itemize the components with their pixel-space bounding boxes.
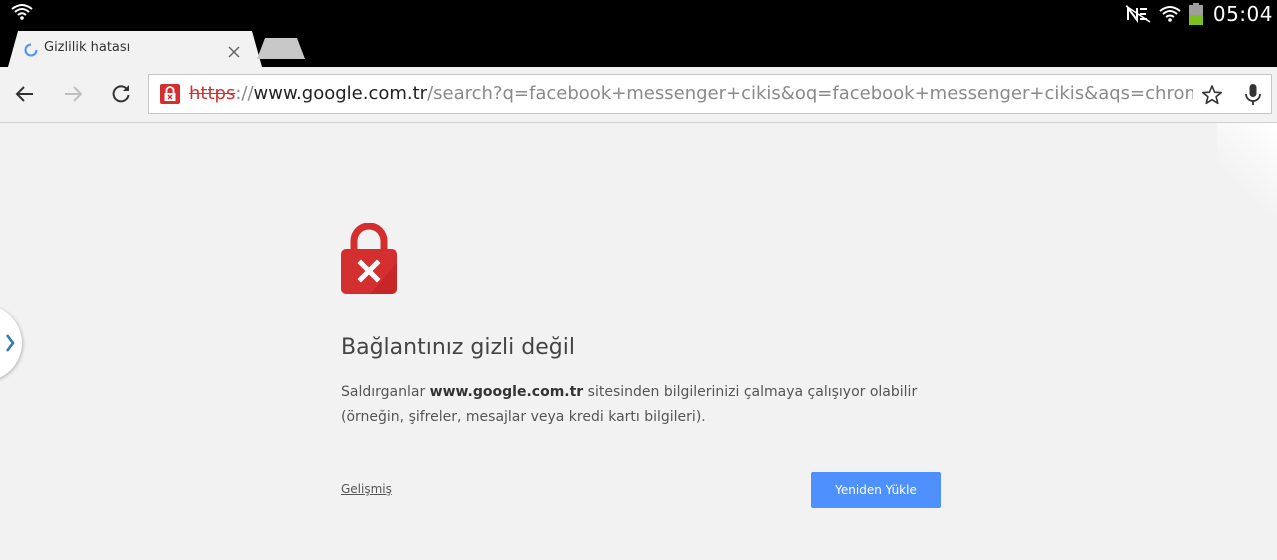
error-explanation: Saldırganlar www.google.com.tr sitesinde… — [341, 380, 981, 430]
advanced-link[interactable]: Gelişmiş — [341, 482, 392, 496]
error-page: Bağlantınız gizli değil Saldırganlar www… — [0, 123, 1277, 560]
microphone-icon[interactable] — [1242, 83, 1264, 107]
new-tab-button[interactable] — [257, 38, 305, 59]
battery-icon — [1188, 2, 1203, 25]
corner-shade — [1217, 123, 1277, 213]
chevron-right-icon — [4, 333, 16, 353]
site-host: www.google.com.tr — [429, 384, 584, 400]
url-scheme: https — [189, 83, 236, 104]
back-icon[interactable] — [13, 82, 37, 106]
explanation-text-start: Saldırganlar — [341, 384, 430, 400]
url-text[interactable]: https://www.google.com.tr/search?q=faceb… — [189, 83, 1193, 104]
close-icon[interactable] — [228, 43, 240, 58]
reload-button[interactable]: Yeniden Yükle — [811, 472, 941, 508]
tab-strip: Gizlilik hatası — [0, 27, 1277, 67]
broken-lock-icon[interactable] — [160, 84, 180, 104]
star-icon[interactable] — [1201, 84, 1223, 106]
address-bar[interactable]: https://www.google.com.tr/search?q=faceb… — [148, 74, 1272, 114]
status-clock: 05:04 — [1212, 1, 1273, 26]
loading-spinner-icon — [24, 42, 38, 57]
wifi-notification-icon — [10, 3, 34, 27]
status-bar: 05:04 — [0, 0, 1277, 27]
page-title: Bağlantınız gizli değil — [341, 335, 575, 360]
forward-icon[interactable] — [61, 82, 85, 106]
lock-error-icon — [340, 222, 398, 295]
wifi-signal-icon — [1159, 5, 1181, 23]
tab-privacy-error[interactable]: Gizlilik hatası — [8, 31, 262, 67]
side-panel-handle[interactable] — [0, 305, 22, 381]
url-path: /search?q=facebook+messenger+cikis&oq=fa… — [427, 83, 1193, 104]
reload-icon[interactable] — [109, 82, 133, 106]
url-host: www.google.com.tr — [253, 83, 428, 104]
nfc-off-icon — [1125, 4, 1151, 23]
url-separator: :// — [235, 83, 254, 104]
browser-toolbar: https://www.google.com.tr/search?q=faceb… — [0, 67, 1277, 123]
tab-title: Gizlilik hatası — [44, 40, 131, 55]
